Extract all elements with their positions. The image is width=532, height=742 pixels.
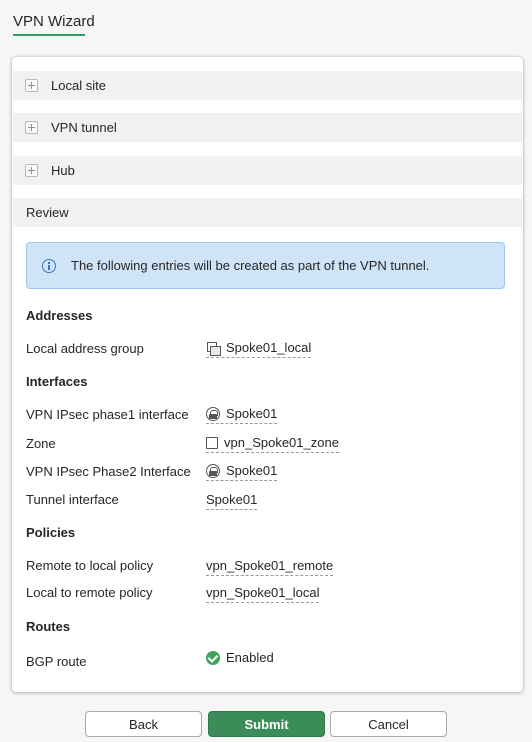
row-label-remote-to-local: Remote to local policy xyxy=(26,558,154,573)
value-text: Spoke01_local xyxy=(226,340,312,355)
info-icon xyxy=(42,258,56,273)
expand-icon[interactable] xyxy=(25,79,38,92)
value-text: Enabled xyxy=(226,650,274,665)
section-label: VPN tunnel xyxy=(51,120,117,135)
page-title: VPN Wizard xyxy=(13,13,95,30)
row-value-local-to-remote[interactable]: vpn_Spoke01_local xyxy=(206,585,320,603)
address-group-icon xyxy=(206,341,221,356)
row-value-phase1-interface[interactable]: Spoke01 xyxy=(206,406,278,424)
title-underline xyxy=(13,34,85,36)
section-local-site[interactable]: Local site xyxy=(13,71,522,100)
group-heading-interfaces: Interfaces xyxy=(26,374,88,389)
row-value-local-address-group[interactable]: Spoke01_local xyxy=(206,340,312,358)
section-hub[interactable]: Hub xyxy=(13,156,522,185)
group-heading-policies: Policies xyxy=(26,525,76,540)
value-text: Spoke01 xyxy=(206,492,258,507)
info-text: The following entries will be created as… xyxy=(71,258,430,273)
row-value-bgp-route: Enabled xyxy=(206,650,274,667)
vpn-tunnel-icon xyxy=(206,406,220,421)
zone-icon xyxy=(206,436,218,449)
row-value-phase2-interface[interactable]: Spoke01 xyxy=(206,463,278,481)
row-label-local-to-remote: Local to remote policy xyxy=(26,585,153,600)
vpn-tunnel-icon xyxy=(206,463,220,478)
cancel-button[interactable]: Cancel xyxy=(330,711,447,737)
row-label-bgp-route: BGP route xyxy=(26,654,87,669)
value-text: vpn_Spoke01_local xyxy=(206,585,320,600)
row-label-phase2-interface: VPN IPsec Phase2 Interface xyxy=(26,464,191,479)
info-banner: The following entries will be created as… xyxy=(26,242,505,289)
value-text: vpn_Spoke01_zone xyxy=(224,435,339,450)
value-text: Spoke01 xyxy=(226,406,278,421)
row-value-remote-to-local[interactable]: vpn_Spoke01_remote xyxy=(206,558,334,576)
group-heading-addresses: Addresses xyxy=(26,308,93,323)
expand-icon[interactable] xyxy=(25,164,38,177)
row-value-zone[interactable]: vpn_Spoke01_zone xyxy=(206,435,339,453)
wizard-card: Local site VPN tunnel Hub Review The fol… xyxy=(12,57,523,692)
header: VPN Wizard xyxy=(0,0,532,44)
section-review[interactable]: Review xyxy=(13,198,522,227)
row-value-tunnel-interface[interactable]: Spoke01 xyxy=(206,492,258,510)
row-label-phase1-interface: VPN IPsec phase1 interface xyxy=(26,407,189,422)
back-button[interactable]: Back xyxy=(85,711,202,737)
group-heading-routes: Routes xyxy=(26,619,71,634)
section-label: Hub xyxy=(51,163,75,178)
check-circle-icon xyxy=(206,650,220,665)
section-label: Review xyxy=(26,205,69,220)
submit-button[interactable]: Submit xyxy=(208,711,325,737)
section-vpn-tunnel[interactable]: VPN tunnel xyxy=(13,113,522,142)
row-label-zone: Zone xyxy=(26,436,56,451)
value-text: Spoke01 xyxy=(226,463,278,478)
row-label-tunnel-interface: Tunnel interface xyxy=(26,492,119,507)
expand-icon[interactable] xyxy=(25,121,38,134)
value-text: vpn_Spoke01_remote xyxy=(206,558,334,573)
row-label-local-address-group: Local address group xyxy=(26,341,144,356)
section-label: Local site xyxy=(51,78,106,93)
